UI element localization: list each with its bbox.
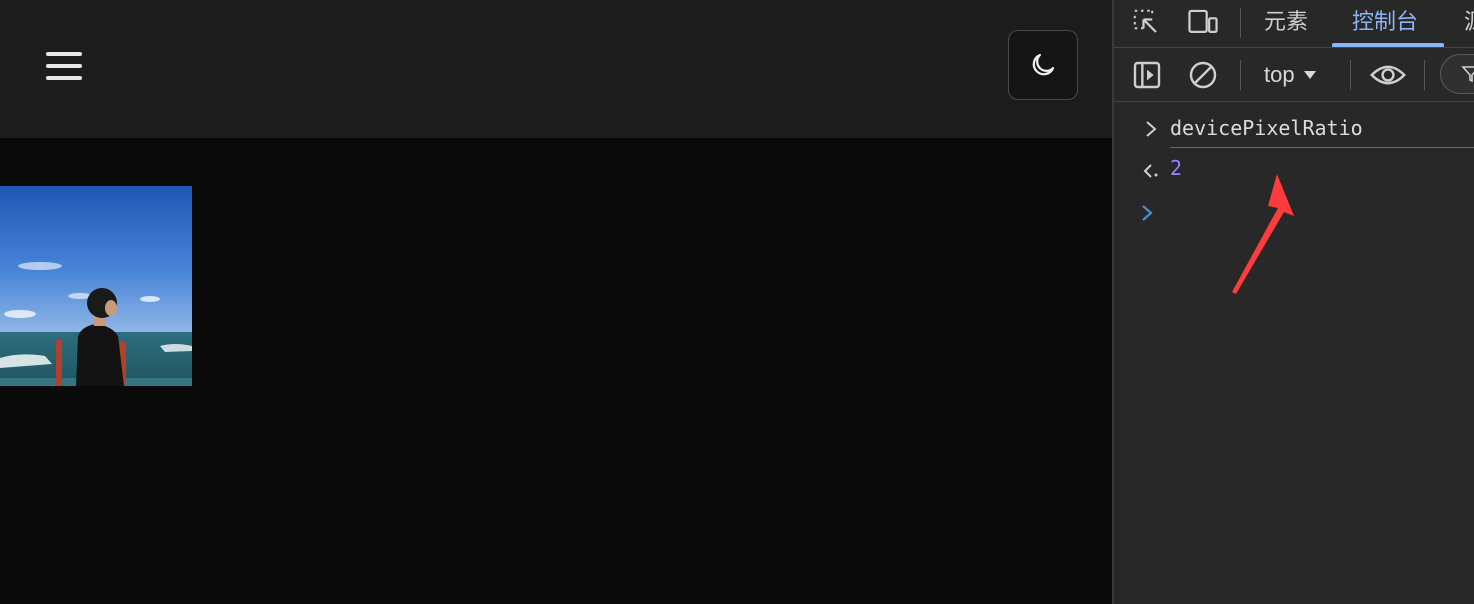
moon-icon: [1032, 53, 1055, 76]
tab-elements[interactable]: 元素: [1264, 0, 1308, 47]
context-selector[interactable]: top: [1264, 60, 1317, 90]
device-toolbar-icon: [1188, 9, 1218, 33]
console-line-divider: [1170, 147, 1474, 148]
clear-console-icon: [1189, 61, 1217, 89]
active-tab-indicator: [1332, 43, 1444, 47]
console-result-value: 2: [1170, 156, 1183, 180]
hamburger-icon: [46, 52, 82, 56]
hamburger-icon-line: [46, 64, 82, 68]
inspect-element-icon: [1133, 9, 1157, 33]
annotation-arrow: [1232, 174, 1294, 294]
context-label: top: [1264, 62, 1295, 87]
show-sidebar-icon: [1133, 61, 1161, 89]
header-bar: [0, 0, 1112, 138]
toolbar-separator: [1240, 60, 1241, 90]
filter-input[interactable]: [1440, 54, 1474, 94]
dropdown-arrow-icon: [1303, 71, 1316, 79]
menu-button[interactable]: [44, 50, 84, 82]
web-page: [0, 0, 1112, 604]
result-arrow-icon: [1143, 164, 1158, 178]
console-prompt-icon[interactable]: [1140, 203, 1154, 223]
live-expression-icon: [1369, 65, 1407, 85]
chevron-right-icon: [1146, 121, 1157, 137]
console-input-expression[interactable]: devicePixelRatio: [1170, 116, 1363, 140]
tab-separator: [1240, 8, 1241, 38]
clear-console-button[interactable]: [1186, 58, 1220, 92]
tab-sources[interactable]: 源: [1464, 0, 1474, 47]
theme-toggle-button[interactable]: [1008, 30, 1078, 100]
toolbar-separator: [1350, 60, 1351, 90]
hamburger-icon-line: [46, 76, 82, 80]
devtools-tab-bar: 元素 控制台 源: [1114, 0, 1474, 48]
toolbar-separator: [1424, 60, 1425, 90]
inspect-element-button[interactable]: [1130, 6, 1162, 38]
filter-icon: [1461, 66, 1474, 83]
device-toolbar-button[interactable]: [1186, 6, 1220, 38]
devtools-panel: 元素 控制台 源 top: [1112, 0, 1474, 604]
show-sidebar-button[interactable]: [1130, 58, 1164, 92]
tab-console[interactable]: 控制台: [1352, 0, 1418, 47]
profile-photo: [0, 186, 192, 386]
live-expression-button[interactable]: [1368, 58, 1408, 92]
